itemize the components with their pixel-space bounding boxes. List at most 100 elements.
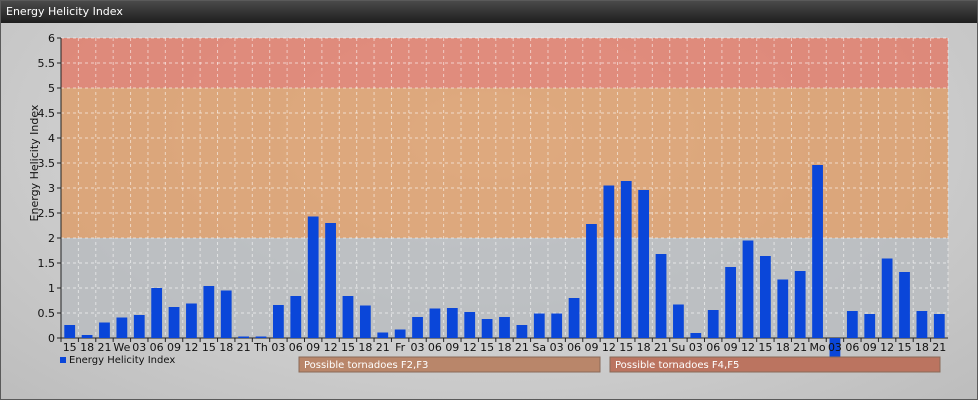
annotation-label-2: Possible tornadoes F4,F5 [615, 360, 739, 371]
bar-21 [933, 314, 945, 338]
x-tick-label: We [113, 341, 130, 354]
x-tick-label: 06 [150, 341, 164, 354]
bar-18 [499, 317, 510, 338]
y-tick-label: 3 [48, 182, 55, 195]
x-tick-label: 21 [932, 341, 946, 354]
x-tick-label: 03 [271, 341, 285, 354]
x-tick-label: 15 [63, 341, 77, 354]
x-tick-label: 21 [515, 341, 529, 354]
bar-12 [881, 258, 893, 338]
bar-06 [707, 310, 719, 338]
bar-06 [429, 308, 441, 338]
x-tick-label: Sa [532, 341, 546, 354]
x-tick-label: 03 [689, 341, 703, 354]
bar-18 [359, 305, 371, 338]
bar-12 [325, 223, 336, 338]
x-tick-label: 06 [289, 341, 303, 354]
bar-15 [620, 181, 632, 338]
x-tick-label: 12 [324, 341, 338, 354]
bar-21 [377, 332, 389, 338]
bar-03 [133, 315, 145, 338]
x-tick-label: 18 [219, 341, 233, 354]
x-tick-label: Mo [809, 341, 825, 354]
y-tick-label: 5.5 [38, 57, 56, 70]
x-tick-label: 09 [306, 341, 320, 354]
x-tick-label: 21 [793, 341, 807, 354]
bar-15 [899, 272, 910, 338]
x-tick-label: 18 [358, 341, 372, 354]
x-tick-label: 18 [80, 341, 94, 354]
x-tick-label: 21 [376, 341, 390, 354]
bar-06 [568, 298, 580, 338]
bar-15 [481, 319, 493, 338]
x-tick-label: Su [671, 341, 685, 354]
x-tick-label: 12 [602, 341, 616, 354]
x-tick-label: 09 [724, 341, 738, 354]
bar-09 [307, 216, 319, 338]
bar-12 [186, 303, 197, 338]
bar-18 [220, 290, 232, 338]
bar-Th [255, 336, 267, 338]
y-tick-label: 6 [48, 32, 55, 45]
x-tick-label: 09 [584, 341, 598, 354]
x-tick-label: Fr [395, 341, 406, 354]
x-tick-label: 09 [445, 341, 459, 354]
bar-15 [342, 296, 354, 338]
y-tick-label: 1 [48, 282, 55, 295]
y-tick-label: 5 [48, 82, 55, 95]
x-tick-label: 09 [863, 341, 877, 354]
bar-09 [446, 308, 458, 338]
bar-18 [81, 335, 93, 338]
x-tick-label: Th [253, 341, 268, 354]
legend-label: Energy Helicity Index [69, 355, 175, 366]
x-tick-label: 15 [758, 341, 772, 354]
x-tick-label: 12 [184, 341, 198, 354]
x-tick-label: 21 [654, 341, 668, 354]
bar-21 [794, 271, 806, 338]
ehi-bar-chart: 00.511.522.533.544.555.56Energy Helicity… [28, 32, 949, 373]
chart-window: Energy Helicity Index 0 0.5 1 1.5 2 2.5 3 3.5 4 4… [0, 0, 978, 400]
bar-06 [846, 311, 858, 338]
x-tick-label: 18 [915, 341, 929, 354]
bar-18 [638, 190, 650, 338]
bar-12 [603, 185, 615, 338]
bar-Fr [394, 329, 406, 338]
x-tick-label: 15 [619, 341, 633, 354]
x-tick-label: 18 [637, 341, 651, 354]
bar-Mo [812, 165, 823, 338]
bar-18 [777, 279, 789, 338]
x-tick-label: 06 [428, 341, 442, 354]
bar-21 [516, 325, 528, 338]
bar-06 [290, 296, 302, 338]
bar-03 [690, 333, 702, 338]
x-tick-label: 06 [567, 341, 581, 354]
x-tick-label: 06 [845, 341, 859, 354]
bar-09 [725, 267, 736, 338]
bar-03 [412, 317, 423, 338]
bar-21 [655, 254, 667, 338]
bar-Su [673, 304, 684, 338]
x-tick-label: 21 [97, 341, 111, 354]
x-tick-label: 06 [706, 341, 720, 354]
bar-12 [742, 240, 754, 338]
bar-09 [168, 307, 180, 338]
bar-We [116, 317, 128, 338]
x-tick-label: 18 [498, 341, 512, 354]
y-tick-label: 1.5 [38, 257, 56, 270]
x-tick-label: 15 [480, 341, 494, 354]
x-tick-label: 15 [202, 341, 216, 354]
x-tick-label: 03 [411, 341, 425, 354]
bar-18 [916, 311, 928, 338]
x-tick-label: 03 [550, 341, 564, 354]
x-tick-label: 09 [167, 341, 181, 354]
y-axis-title: Energy Helicity Index [28, 104, 41, 221]
x-tick-label: 03 [132, 341, 146, 354]
y-tick-label: 2 [48, 232, 55, 245]
y-tick-label: 4 [48, 132, 55, 145]
x-tick-label: 21 [237, 341, 251, 354]
x-tick-label: 03 [828, 341, 842, 354]
bar-06 [151, 288, 163, 338]
bar-03 [551, 313, 563, 338]
bar-21 [238, 336, 250, 338]
bar-21 [99, 322, 110, 338]
